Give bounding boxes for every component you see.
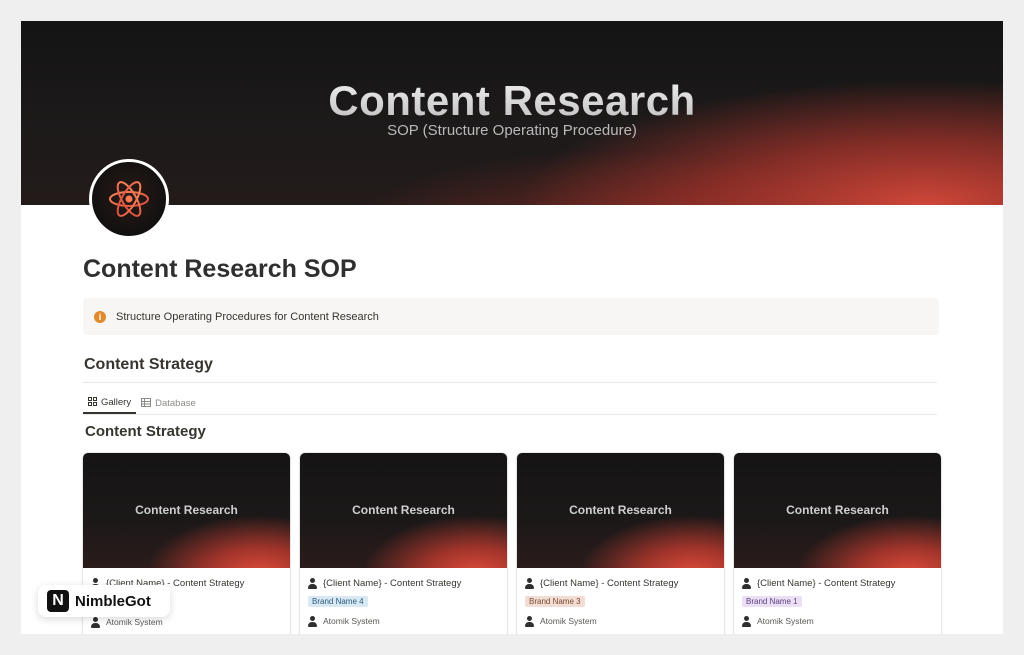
card-cover: Content Research	[517, 453, 724, 568]
cover-image: Content Research SOP (Structure Operatin…	[21, 21, 1003, 205]
callout: i Structure Operating Procedures for Con…	[83, 298, 939, 335]
section-heading: Content Strategy	[84, 356, 213, 373]
nimblegot-watermark: N NimbleGot	[38, 585, 170, 617]
person-icon	[308, 615, 317, 627]
card-cover-text: Content Research	[569, 503, 672, 517]
card-author: Atomik System	[323, 616, 380, 626]
table-icon	[141, 397, 152, 409]
card-title: {Client Name} - Content Strategy	[757, 577, 896, 589]
tab-gallery[interactable]: Gallery	[83, 392, 137, 414]
gallery-card[interactable]: Content Research {Client Name} - Content…	[517, 453, 724, 634]
card-cover-text: Content Research	[352, 503, 455, 517]
person-icon	[308, 577, 317, 589]
gallery-heading: Content Strategy	[85, 423, 206, 440]
cover-subtitle: SOP (Structure Operating Procedure)	[387, 122, 637, 139]
cover-title: Content Research	[21, 77, 1003, 125]
card-cover: Content Research	[300, 453, 507, 568]
card-cover-text: Content Research	[786, 503, 889, 517]
page-title: Content Research SOP	[83, 255, 357, 283]
nimblegot-logo-icon: N	[47, 590, 69, 612]
card-cover: Content Research	[734, 453, 941, 568]
divider	[83, 382, 937, 383]
notion-page: Content Research SOP (Structure Operatin…	[21, 21, 1003, 634]
person-icon	[742, 577, 751, 589]
card-title: {Client Name} - Content Strategy	[323, 577, 462, 589]
person-icon	[525, 615, 534, 627]
info-icon: i	[94, 310, 106, 323]
brand-tag: Brand Name 1	[742, 596, 802, 607]
card-cover: Content Research	[83, 453, 290, 568]
view-tabs: Gallery Database	[83, 392, 201, 416]
watermark-text: NimbleGot	[75, 592, 151, 610]
card-cover-text: Content Research	[135, 503, 238, 517]
gallery-card[interactable]: Content Research {Client Name} - Content…	[300, 453, 507, 634]
gallery-icon	[88, 396, 97, 408]
divider	[83, 414, 937, 415]
card-author: Atomik System	[540, 616, 597, 626]
card-author: Atomik System	[757, 616, 814, 626]
brand-tag: Brand Name 3	[525, 596, 585, 607]
card-title: {Client Name} - Content Strategy	[540, 577, 679, 589]
tab-label: Database	[155, 397, 196, 409]
gallery-cards: Content Research {Client Name} - Content…	[83, 453, 941, 634]
card-author: Atomik System	[106, 617, 163, 627]
tab-label: Gallery	[101, 396, 132, 408]
brand-tag: Brand Name 4	[308, 596, 368, 607]
callout-text: Structure Operating Procedures for Conte…	[116, 310, 379, 323]
person-icon	[742, 615, 751, 627]
tab-database[interactable]: Database	[136, 392, 201, 414]
atom-icon[interactable]	[89, 159, 169, 239]
person-icon	[91, 616, 100, 628]
gallery-card[interactable]: Content Research {Client Name} - Content…	[734, 453, 941, 634]
person-icon	[525, 577, 534, 589]
